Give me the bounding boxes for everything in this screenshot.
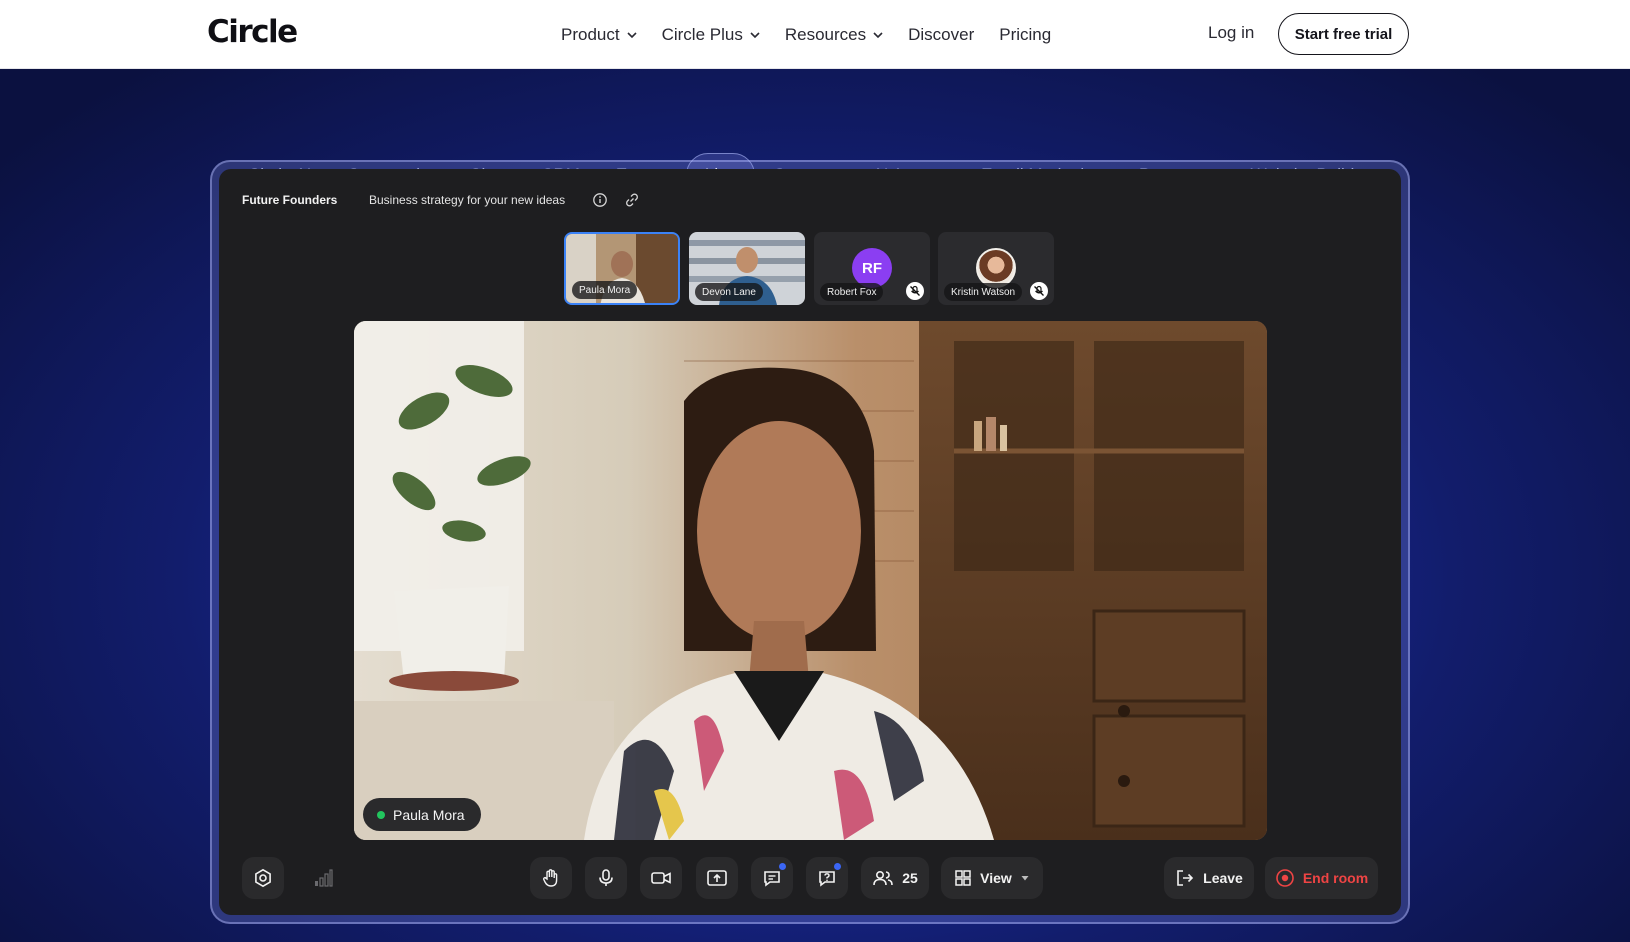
mic-muted-icon (1030, 282, 1048, 300)
live-indicator-dot (377, 810, 385, 819)
participant-tile-paula[interactable]: Paula Mora (564, 232, 680, 305)
end-room-button[interactable]: End room (1265, 857, 1378, 899)
login-link[interactable]: Log in (1208, 23, 1254, 43)
participant-name: Devon Lane (695, 283, 763, 301)
microphone-icon (599, 869, 613, 886)
main-speaker-video (354, 321, 1267, 840)
notification-dot (833, 862, 842, 871)
raise-hand-button[interactable] (530, 857, 572, 899)
participant-name: Paula Mora (572, 281, 638, 299)
view-label: View (980, 870, 1012, 886)
participant-tile-robert[interactable]: RF Robert Fox (814, 232, 930, 305)
nav-pricing-label: Pricing (999, 24, 1052, 44)
speaker-video-frame (354, 321, 1267, 840)
chevron-down-icon (873, 31, 883, 38)
nav-circle-plus-label: Circle Plus (661, 24, 743, 44)
connection-quality (302, 857, 344, 899)
signal-bars-icon (315, 869, 333, 887)
nav-pricing[interactable]: Pricing (999, 25, 1051, 45)
circle-logo[interactable]: Circle (207, 14, 298, 50)
chevron-down-icon (627, 31, 637, 38)
participant-name: Kristin Watson (944, 283, 1023, 301)
room-subtitle: Business strategy for your new ideas (369, 193, 566, 207)
settings-button[interactable] (242, 857, 284, 899)
chevron-down-icon (750, 31, 760, 38)
exit-icon (1177, 870, 1194, 886)
video-camera-icon (651, 872, 671, 884)
nav-circle-plus[interactable]: Circle Plus (662, 25, 760, 45)
users-icon (873, 870, 894, 886)
room-title: Future Founders (242, 193, 338, 207)
gear-icon (255, 868, 271, 888)
leave-button[interactable]: Leave (1164, 857, 1254, 899)
chat-button[interactable] (751, 857, 793, 899)
participant-tile-devon[interactable]: Devon Lane (689, 232, 805, 305)
hand-icon (542, 869, 558, 887)
start-free-trial-button[interactable]: Start free trial (1278, 13, 1409, 55)
nav-discover-label: Discover (908, 24, 975, 44)
mic-muted-icon (906, 282, 924, 300)
info-icon[interactable] (592, 192, 608, 208)
leave-label: Leave (1203, 870, 1243, 886)
nav-resources-label: Resources (784, 24, 867, 44)
main-nav: Product Circle Plus Resources Discover P… (561, 0, 1076, 69)
nav-product-label: Product (561, 24, 620, 44)
camera-button[interactable] (640, 857, 682, 899)
chat-icon (764, 871, 780, 887)
caret-down-icon (1021, 876, 1029, 881)
grid-icon (955, 870, 971, 886)
link-icon[interactable] (624, 192, 640, 208)
speaker-name: Paula Mora (393, 806, 465, 823)
notification-dot (778, 862, 787, 871)
participant-tile-kristin[interactable]: Kristin Watson (938, 232, 1054, 305)
nav-discover[interactable]: Discover (908, 25, 974, 45)
nav-product[interactable]: Product (561, 25, 637, 45)
participants-button[interactable]: 25 (861, 857, 929, 899)
nav-resources[interactable]: Resources (785, 25, 883, 45)
share-screen-icon (707, 870, 727, 886)
share-screen-button[interactable] (696, 857, 738, 899)
view-dropdown[interactable]: View (941, 857, 1043, 899)
questions-button[interactable] (806, 857, 848, 899)
end-room-label: End room (1302, 870, 1369, 886)
avatar: RF (852, 248, 892, 288)
top-navigation: Circle Product Circle Plus Resources Dis… (0, 0, 1630, 69)
participant-name: Robert Fox (820, 283, 884, 301)
question-icon (819, 871, 835, 887)
active-speaker-label: Paula Mora (363, 798, 481, 831)
avatar (976, 248, 1016, 288)
record-stop-icon (1276, 869, 1294, 887)
participant-count: 25 (902, 870, 918, 886)
microphone-button[interactable] (585, 857, 627, 899)
